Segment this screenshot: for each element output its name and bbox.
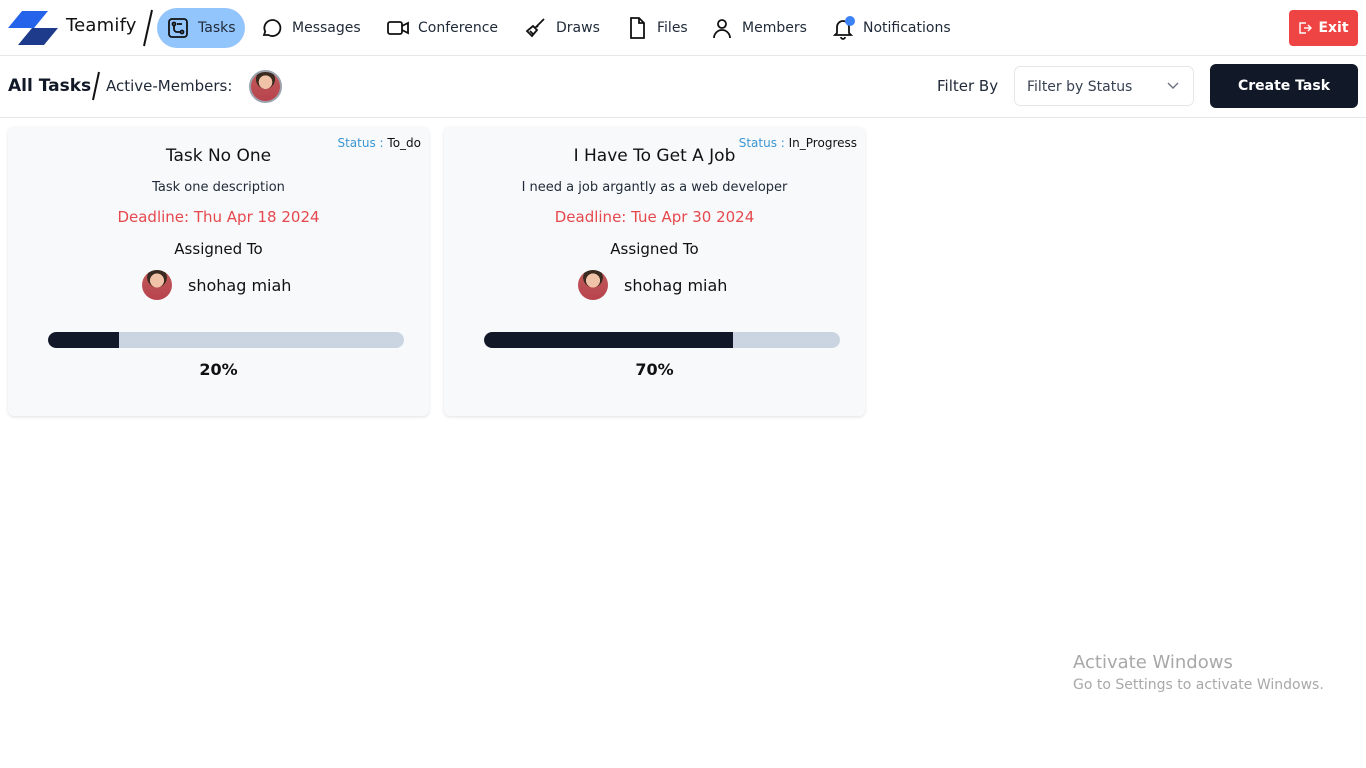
status-filter-select[interactable]: Filter by Status (1014, 66, 1194, 106)
create-task-button[interactable]: Create Task (1210, 64, 1358, 108)
divider-slash (143, 9, 153, 47)
nav-label: Tasks (198, 20, 236, 36)
exit-button[interactable]: Exit (1289, 10, 1358, 46)
nav-tasks[interactable]: Tasks (157, 8, 245, 48)
assignee-name: shohag miah (188, 275, 292, 295)
nav-label: Draws (556, 20, 600, 36)
task-description: Task one description (152, 180, 285, 195)
progress-bar (48, 332, 404, 348)
task-deadline: Deadline: Tue Apr 30 2024 (554, 208, 755, 226)
assignee-name: shohag miah (624, 275, 728, 295)
assigned-to-label: Assigned To (174, 240, 263, 258)
file-icon (630, 17, 645, 39)
chat-bubble-icon (262, 19, 282, 37)
assignee-avatar (142, 270, 172, 300)
nav-messages[interactable]: Messages (251, 8, 370, 48)
progress-percent: 70% (635, 360, 674, 379)
active-member-avatar[interactable] (249, 70, 282, 103)
filter-label: Filter By (937, 77, 999, 95)
video-camera-icon (387, 21, 409, 35)
activate-windows-title: Activate Windows (1073, 652, 1233, 673)
user-icon (713, 19, 731, 39)
nav-label: Notifications (863, 20, 951, 36)
nav-label: Members (742, 20, 807, 36)
nav-notifications[interactable]: Notifications (822, 8, 960, 48)
progress-fill (48, 332, 120, 348)
nav-files[interactable]: Files (616, 8, 697, 48)
teamify-logo-icon[interactable] (8, 11, 58, 45)
nav-draws[interactable]: Draws (515, 8, 609, 48)
assignee: shohag miah (578, 269, 727, 301)
top-navbar: Teamify Tasks Messages Conference Draws … (0, 0, 1366, 56)
task-title: Task No One (165, 146, 272, 166)
brush-icon (525, 18, 545, 38)
nav-label: Messages (292, 20, 361, 36)
progress-fill (484, 332, 734, 348)
active-members-label: Active-Members: (106, 77, 233, 95)
tasks-icon (168, 18, 188, 38)
exit-label: Exit (1318, 20, 1349, 36)
task-card[interactable]: Status : In_Progress I Have To Get A Job… (444, 127, 865, 416)
tasks-toolbar: All Tasks Active-Members: Filter By Filt… (0, 56, 1366, 118)
logout-icon (1299, 22, 1313, 34)
assignee: shohag miah (142, 269, 291, 301)
assigned-to-label: Assigned To (610, 240, 699, 258)
notification-badge (845, 16, 855, 26)
page-title: All Tasks (8, 76, 92, 96)
task-description: I need a job argantly as a web developer (521, 180, 788, 195)
filter-select-value: Filter by Status (1027, 79, 1133, 95)
task-title: I Have To Get A Job (573, 146, 736, 166)
nav-conference[interactable]: Conference (377, 8, 507, 48)
task-card[interactable]: Status : To_do Task No One Task one desc… (8, 127, 429, 416)
assignee-avatar (578, 270, 608, 300)
activate-windows-subtitle: Go to Settings to activate Windows. (1073, 677, 1324, 693)
nav-label: Conference (418, 20, 499, 36)
chevron-down-icon (1167, 82, 1179, 89)
progress-bar (484, 332, 840, 348)
nav-label: Files (657, 20, 688, 36)
brand-name[interactable]: Teamify (66, 15, 137, 36)
nav-members[interactable]: Members (701, 8, 816, 48)
divider-slash (92, 71, 100, 101)
task-deadline: Deadline: Thu Apr 18 2024 (117, 208, 320, 226)
progress-percent: 20% (199, 360, 238, 379)
